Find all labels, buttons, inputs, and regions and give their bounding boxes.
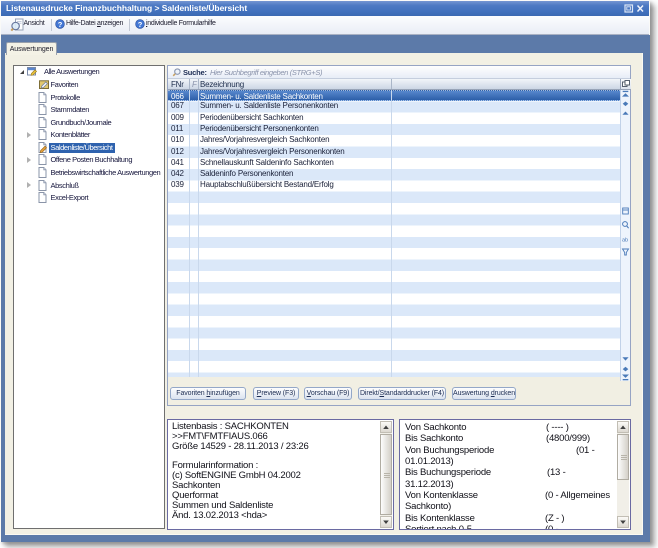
svg-text:ab: ab (622, 238, 628, 244)
svg-text:?: ? (58, 20, 63, 29)
svg-text:?: ? (138, 20, 143, 29)
